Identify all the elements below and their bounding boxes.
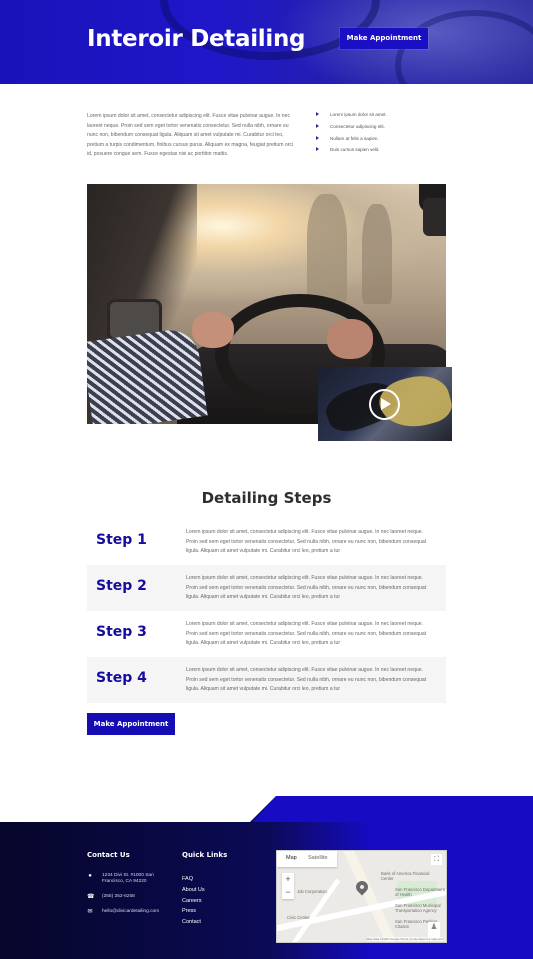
map-label: Bank of America Financial Center <box>381 871 430 881</box>
bullet-item: Lorem ipsum dolor sit amet. <box>316 109 446 121</box>
bullet-text: Nullam at felis a sapien. <box>330 135 379 141</box>
photo-sleeve <box>87 326 208 424</box>
zoom-out-button[interactable]: − <box>282 886 294 899</box>
map-type-tabs: Map Satellite <box>277 851 337 867</box>
footer-link-contact[interactable]: Contact <box>182 917 205 928</box>
step-description: Lorem ipsum dolor sit amet, consectetur … <box>186 529 427 554</box>
step-label: Step 2 <box>96 578 147 594</box>
bullet-item: Duis cursus sapien velit. <box>316 144 446 156</box>
map-attribution[interactable]: Map data ©2020 Google Terms of Use Repor… <box>366 937 444 941</box>
hero-appointment-button[interactable]: Make Appointment <box>340 28 428 49</box>
phone-text[interactable]: (255) 352-6258 <box>102 894 164 900</box>
intro-bullet-list: Lorem ipsum dolor sit amet. Consectetur … <box>316 109 446 156</box>
pegman-icon[interactable]: ♟ <box>428 922 440 938</box>
bullet-arrow-icon <box>316 147 319 152</box>
step-description: Lorem ipsum dolor sit amet, consectetur … <box>186 621 427 646</box>
footer-link-faq[interactable]: FAQ <box>182 874 205 885</box>
map-tab-map[interactable]: Map <box>286 855 297 861</box>
fullscreen-icon[interactable]: ⛶ <box>431 854 442 865</box>
bullet-text: Lorem ipsum dolor sit amet. <box>330 112 387 117</box>
map-zoom-control: + − <box>282 873 294 899</box>
steps-heading: Detailing Steps <box>201 489 332 507</box>
intro-paragraph: Lorem ipsum dolor sit amet, consectetur … <box>87 113 294 157</box>
phone-icon: ☎ <box>87 894 95 900</box>
footer <box>0 796 533 959</box>
map-label: Civic Center <box>287 915 310 920</box>
step-label: Step 4 <box>96 670 147 686</box>
bullet-arrow-icon <box>316 123 319 128</box>
play-icon[interactable] <box>369 389 400 420</box>
bullet-item: Nullam at felis a sapien. <box>316 133 446 145</box>
footer-link-about[interactable]: About Us <box>182 885 205 896</box>
footer-link-careers[interactable]: Careers <box>182 896 205 907</box>
photo-tree <box>307 194 347 304</box>
step-row: Step 1 Lorem ipsum dolor sit amet, conse… <box>87 519 446 565</box>
step-description: Lorem ipsum dolor sit amet, consectetur … <box>186 667 427 692</box>
photo-hand <box>327 319 373 359</box>
step-description: Lorem ipsum dolor sit amet, consectetur … <box>186 575 427 600</box>
embedded-map[interactable]: Bank of America Financial Center San Fra… <box>276 850 447 943</box>
bullet-item: Consectetur adipiscing elit. <box>316 121 446 133</box>
contact-heading: Contact Us <box>87 851 130 859</box>
bullet-text: Duis cursus sapien velit. <box>330 147 380 153</box>
photo-hand <box>192 312 234 348</box>
photo-tree <box>362 204 392 304</box>
map-road <box>342 851 402 942</box>
bullet-arrow-icon <box>316 112 319 116</box>
step-row: Step 3 Lorem ipsum dolor sit amet, conse… <box>87 611 446 657</box>
map-label: San Francisco Municipal Transportation A… <box>395 903 441 913</box>
footer-dark-gradient <box>0 822 533 959</box>
bullet-arrow-icon <box>316 135 319 140</box>
step-label: Step 3 <box>96 624 147 640</box>
footer-link-press[interactable]: Press <box>182 906 205 917</box>
map-label: San Francisco Department of Health <box>395 887 445 897</box>
zoom-in-button[interactable]: + <box>282 873 294 886</box>
play-triangle <box>381 398 391 410</box>
page-title: Interoir Detailing <box>87 26 306 52</box>
map-label: Job Corporation <box>297 889 327 894</box>
step-row: Step 4 Lorem ipsum dolor sit amet, conse… <box>87 657 446 703</box>
email-text[interactable]: hello@divicardetailing.com <box>102 909 164 915</box>
steps-appointment-button[interactable]: Make Appointment <box>87 713 175 735</box>
map-tab-satellite[interactable]: Satellite <box>308 855 328 861</box>
photo-rearview-mirror <box>423 198 446 236</box>
step-row: Step 2 Lorem ipsum dolor sit amet, conse… <box>87 565 446 611</box>
step-label: Step 1 <box>96 532 147 548</box>
quick-links-heading: Quick Links <box>182 851 228 859</box>
address-text: 1234 Divi St. #1000 San Francisco, CA 94… <box>102 873 154 885</box>
bullet-text: Consectetur adipiscing elit. <box>330 123 385 129</box>
email-icon: ✉ <box>87 909 93 915</box>
location-icon: ● <box>88 873 92 879</box>
quick-links-list: FAQ About Us Careers Press Contact <box>182 874 205 928</box>
